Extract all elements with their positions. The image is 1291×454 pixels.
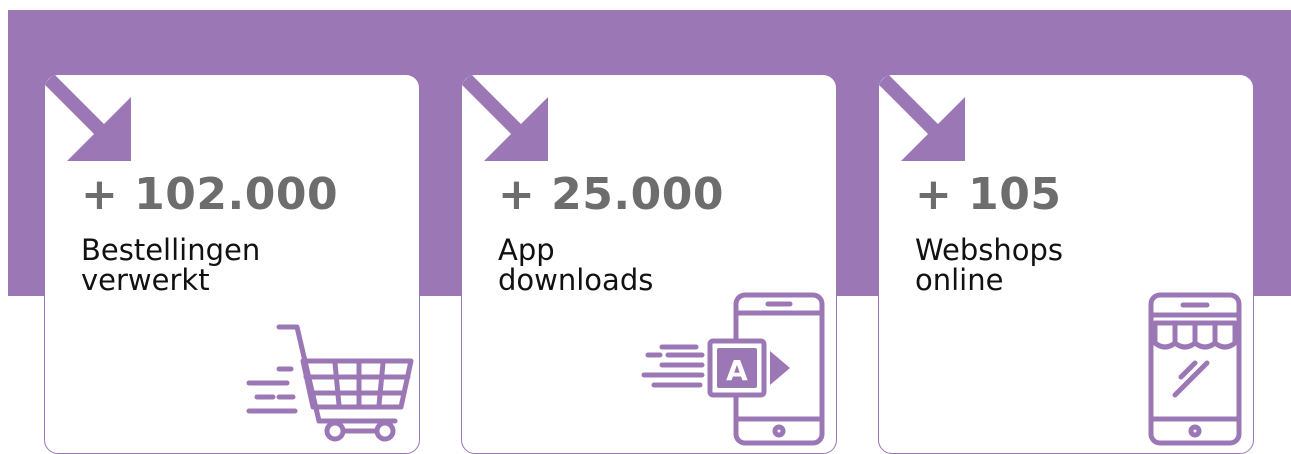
stat-value: + 102.000 xyxy=(81,169,339,220)
shopping-cart-icon xyxy=(246,324,414,442)
stat-card-webshops: + 105 Webshops online xyxy=(878,74,1254,454)
arrow-down-right-icon xyxy=(462,75,548,161)
stat-label: Bestellingen verwerkt xyxy=(81,233,261,297)
stat-label: Webshops online xyxy=(915,233,1063,297)
stat-value: + 25.000 xyxy=(498,169,724,220)
arrow-down-right-icon xyxy=(879,75,965,161)
stat-label: App downloads xyxy=(498,233,654,297)
arrow-down-right-icon xyxy=(45,75,131,161)
mobile-webshop-icon xyxy=(1148,292,1242,446)
stat-value: + 105 xyxy=(915,169,1062,220)
app-download-icon: A xyxy=(641,292,825,446)
stat-card-app-downloads: + 25.000 App downloads A xyxy=(461,74,837,454)
stat-card-orders: + 102.000 Bestellingen verwerkt xyxy=(44,74,420,454)
svg-text:A: A xyxy=(726,354,748,387)
